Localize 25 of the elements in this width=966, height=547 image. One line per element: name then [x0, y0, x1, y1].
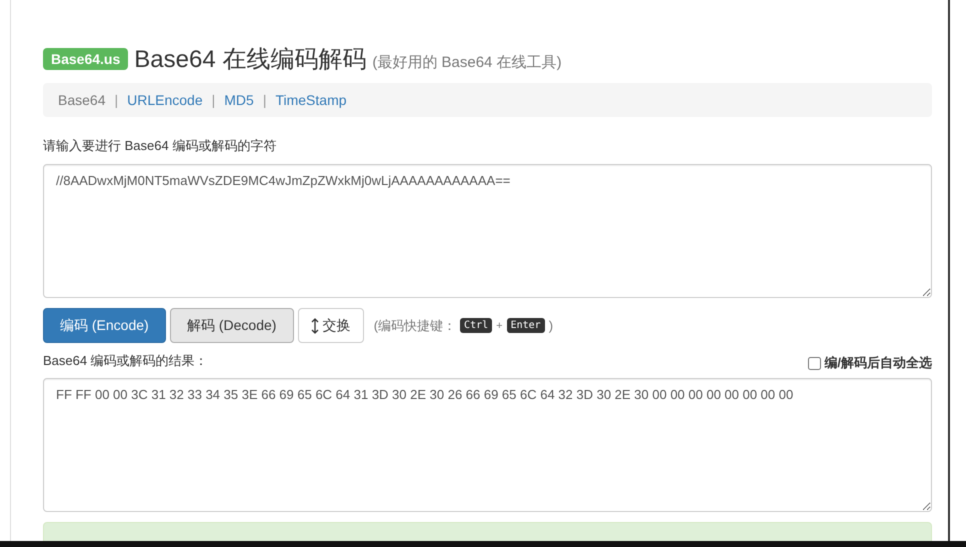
up-down-arrow-icon — [310, 318, 319, 334]
output-label: Base64 编码或解码的结果： — [43, 352, 208, 370]
auto-select-checkbox[interactable] — [808, 356, 822, 370]
page-subtitle: (最好用的 Base64 在线工具) — [372, 53, 562, 72]
shortcut-hint: (编码快捷键： — [374, 316, 456, 334]
nav-separator: | — [262, 92, 266, 108]
key-cap: Ctrl — [460, 318, 492, 333]
nav-link[interactable]: MD5 — [224, 92, 254, 108]
nav-separator: | — [114, 92, 118, 108]
plus-sign: + — [496, 320, 503, 332]
site-badge: Base64.us — [43, 48, 128, 70]
closing-paren: ) — [548, 318, 554, 333]
input-label: 请输入要进行 Base64 编码或解码的字符 — [43, 137, 278, 155]
decode-button[interactable]: 解码 (Decode) — [170, 308, 294, 343]
output-field[interactable]: FF FF 00 00 3C 31 32 33 34 35 3E 66 69 65 6C 64 31 3D 30 2E 30 26 66 69 65 6C 64 32 3D 30 2E 30 00 00 00 00 00 00 00 00 — [43, 378, 932, 512]
nav-link[interactable]: TimeStamp — [275, 92, 347, 108]
page-title: Base64 在线编码解码 — [134, 45, 366, 75]
swap-button[interactable]: 交换 — [298, 308, 364, 343]
nav-separator: | — [212, 92, 216, 108]
key-cap: Enter — [506, 318, 545, 333]
input-field[interactable]: //8AADwxMjM0NT5maWVsZDE9MC4wJmZpZWxkMj0wLjAAAAAAAAAAAA== — [43, 164, 932, 298]
nav-link[interactable]: Base64 — [58, 92, 106, 108]
encode-button[interactable]: 编码 (Encode) — [43, 308, 166, 343]
auto-select-label: 编/解码后自动全选 — [824, 354, 932, 372]
nav-link[interactable]: URLEncode — [127, 92, 203, 108]
